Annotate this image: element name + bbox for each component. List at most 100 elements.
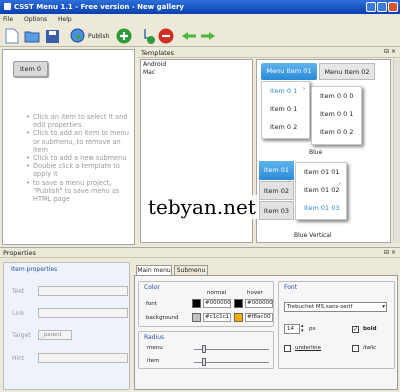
chevron-right-icon: › bbox=[339, 181, 341, 187]
bold-checkbox[interactable]: ✓ bbox=[352, 326, 359, 333]
add-submenu-icon[interactable] bbox=[140, 28, 156, 45]
toolbar: Publish bbox=[0, 25, 400, 47]
font-family-value: Trebuchet MS,sans-serif bbox=[287, 304, 353, 310]
font-normal-swatch[interactable] bbox=[192, 299, 201, 308]
pin-icon[interactable]: ⊟ bbox=[384, 249, 389, 256]
chevron-down-icon[interactable]: ▾ bbox=[382, 303, 385, 311]
font-family-select[interactable]: Trebuchet MS,sans-serif ▾ bbox=[284, 302, 387, 312]
item-radius-knob[interactable] bbox=[202, 358, 206, 366]
close-panel-icon[interactable]: × bbox=[391, 48, 396, 55]
templates-title: Templates bbox=[138, 47, 400, 58]
text-label: Text bbox=[12, 288, 25, 295]
background-color-label: background bbox=[146, 315, 179, 321]
hint-select: Click an item to select it and edit prop… bbox=[33, 113, 133, 129]
font-hover-input[interactable]: #000000 bbox=[245, 299, 273, 308]
menu-bar: File Options Help bbox=[0, 14, 400, 25]
menu-help[interactable]: Help bbox=[58, 16, 72, 23]
font-unit-label: px bbox=[309, 326, 316, 332]
preview-drop-item[interactable]: Item 0 0 0 bbox=[312, 87, 361, 105]
italic-label: italic bbox=[363, 345, 377, 351]
add-item-icon[interactable] bbox=[116, 28, 132, 44]
hover-label: hover bbox=[247, 290, 263, 296]
minimize-button[interactable] bbox=[366, 2, 376, 12]
hint-template: Double click a template to apply it bbox=[33, 162, 133, 178]
hint-save-publish: to save a menu project, "Publish" to sav… bbox=[33, 179, 133, 204]
preview-drop-item[interactable]: Item 0 0 2 bbox=[312, 123, 361, 141]
properties-panel: Properties ⊟ × Item properties Text Link… bbox=[0, 247, 400, 392]
target-select[interactable]: _parent bbox=[38, 330, 72, 340]
font-normal-input[interactable]: #000000 bbox=[203, 299, 231, 308]
publish-globe-icon[interactable] bbox=[70, 28, 85, 43]
bg-hover-swatch[interactable] bbox=[234, 313, 243, 322]
underline-checkbox[interactable] bbox=[284, 345, 291, 352]
menu-radius-knob[interactable] bbox=[202, 345, 206, 353]
italic-checkbox[interactable] bbox=[352, 345, 359, 352]
close-button[interactable] bbox=[388, 2, 398, 12]
hint-submenu: Click to add a new submenu bbox=[33, 154, 133, 162]
pin-icon[interactable]: ⊟ bbox=[384, 48, 389, 55]
preview-vitem-02[interactable]: Item 02 bbox=[259, 181, 294, 200]
open-folder-icon[interactable] bbox=[24, 29, 40, 43]
bg-normal-swatch[interactable] bbox=[192, 313, 201, 322]
preview-drop-item[interactable]: Item 0 1 bbox=[262, 82, 309, 100]
preview-vitem-01[interactable]: Item 01 bbox=[259, 161, 294, 180]
preview-menu-item-01[interactable]: Menu Item 01 bbox=[261, 63, 317, 80]
menu-options[interactable]: Options bbox=[24, 16, 47, 23]
preview-drop-item[interactable]: Item 01 01 bbox=[296, 163, 346, 181]
preview-vitem-03[interactable]: Item 03 bbox=[259, 201, 294, 220]
panel-controls: ⊟ × bbox=[384, 48, 396, 55]
template-scrollbar[interactable] bbox=[393, 59, 400, 243]
bg-normal-input[interactable]: #c1c1c1 bbox=[203, 313, 231, 322]
preview-drop-item[interactable]: Item 0 1 bbox=[262, 100, 309, 118]
preview-caption-blue: Blue bbox=[309, 149, 323, 156]
menu-file[interactable]: File bbox=[3, 16, 13, 23]
preview-drop-item[interactable]: Item 01 03 bbox=[296, 199, 346, 217]
panel-controls: ⊟ × bbox=[384, 249, 396, 256]
radius-label: Radius bbox=[144, 334, 165, 341]
font-size-stepper[interactable]: ▴ ▾ bbox=[301, 324, 304, 334]
main-menu-tab-content: Color normal hover font #000000 #000000 … bbox=[134, 275, 398, 390]
template-mac[interactable]: Mac bbox=[141, 69, 252, 76]
template-preview: Menu Item 01 Menu Item 02 Item 0 1 Item … bbox=[256, 59, 391, 243]
new-file-icon[interactable] bbox=[5, 28, 19, 44]
text-field[interactable] bbox=[38, 286, 128, 296]
menu-radius-label: menu bbox=[147, 345, 163, 351]
item-properties-group: Item properties Text Link Target _parent… bbox=[3, 262, 130, 390]
window-title: CSST Menu 1.1 - Free version - New galle… bbox=[14, 3, 184, 11]
template-android[interactable]: Android bbox=[141, 60, 252, 69]
preview-drop-item[interactable]: Item 0 0 1 bbox=[312, 105, 361, 123]
preview-caption-blue-vertical: Blue Vertical bbox=[294, 232, 332, 239]
save-icon[interactable] bbox=[45, 29, 60, 44]
preview-dropdown-2: Item 0 0 0 Item 0 0 1 Item 0 0 2 bbox=[311, 86, 362, 145]
publish-label[interactable]: Publish bbox=[88, 33, 109, 40]
hint-add-remove: Click to add an item to menu or submenu,… bbox=[33, 129, 133, 154]
font-label: Font bbox=[284, 284, 298, 291]
font-hover-swatch[interactable] bbox=[234, 299, 243, 308]
app-icon bbox=[4, 3, 11, 10]
underline-label: underline bbox=[295, 345, 322, 351]
font-size-input[interactable]: 14 bbox=[284, 324, 300, 334]
item-properties-label: Item properties bbox=[11, 266, 58, 273]
item-radius-label: item bbox=[147, 358, 160, 364]
link-field[interactable] bbox=[38, 308, 128, 318]
title-bar: CSST Menu 1.1 - Free version - New galle… bbox=[0, 0, 400, 14]
move-right-icon[interactable] bbox=[200, 31, 216, 41]
chevron-right-icon: › bbox=[303, 86, 305, 92]
normal-label: normal bbox=[207, 290, 227, 296]
close-panel-icon[interactable]: × bbox=[391, 249, 396, 256]
color-label: Color bbox=[144, 284, 160, 291]
font-group: Font Trebuchet MS,sans-serif ▾ 14 ▴ ▾ px ✓… bbox=[278, 281, 395, 369]
menu-item-0[interactable]: Item 0 bbox=[13, 61, 48, 77]
preview-drop-item[interactable]: Item 0 2 bbox=[262, 118, 309, 136]
move-left-icon[interactable] bbox=[181, 31, 197, 41]
color-group: Color normal hover font #000000 #000000 … bbox=[138, 281, 274, 327]
bold-label: bold bbox=[363, 326, 377, 332]
bg-hover-input[interactable]: #f8ac00 bbox=[245, 313, 273, 322]
preview-menu-item-02[interactable]: Menu Item 02 bbox=[319, 63, 375, 80]
preview-vdropdown: Item 01 01 Item 01 02 Item 01 03 bbox=[295, 162, 347, 220]
maximize-button[interactable] bbox=[377, 2, 387, 12]
hint-field[interactable] bbox=[38, 353, 128, 363]
remove-item-icon[interactable] bbox=[158, 28, 174, 44]
properties-title: Properties bbox=[0, 248, 400, 258]
target-label: Target bbox=[12, 332, 31, 339]
